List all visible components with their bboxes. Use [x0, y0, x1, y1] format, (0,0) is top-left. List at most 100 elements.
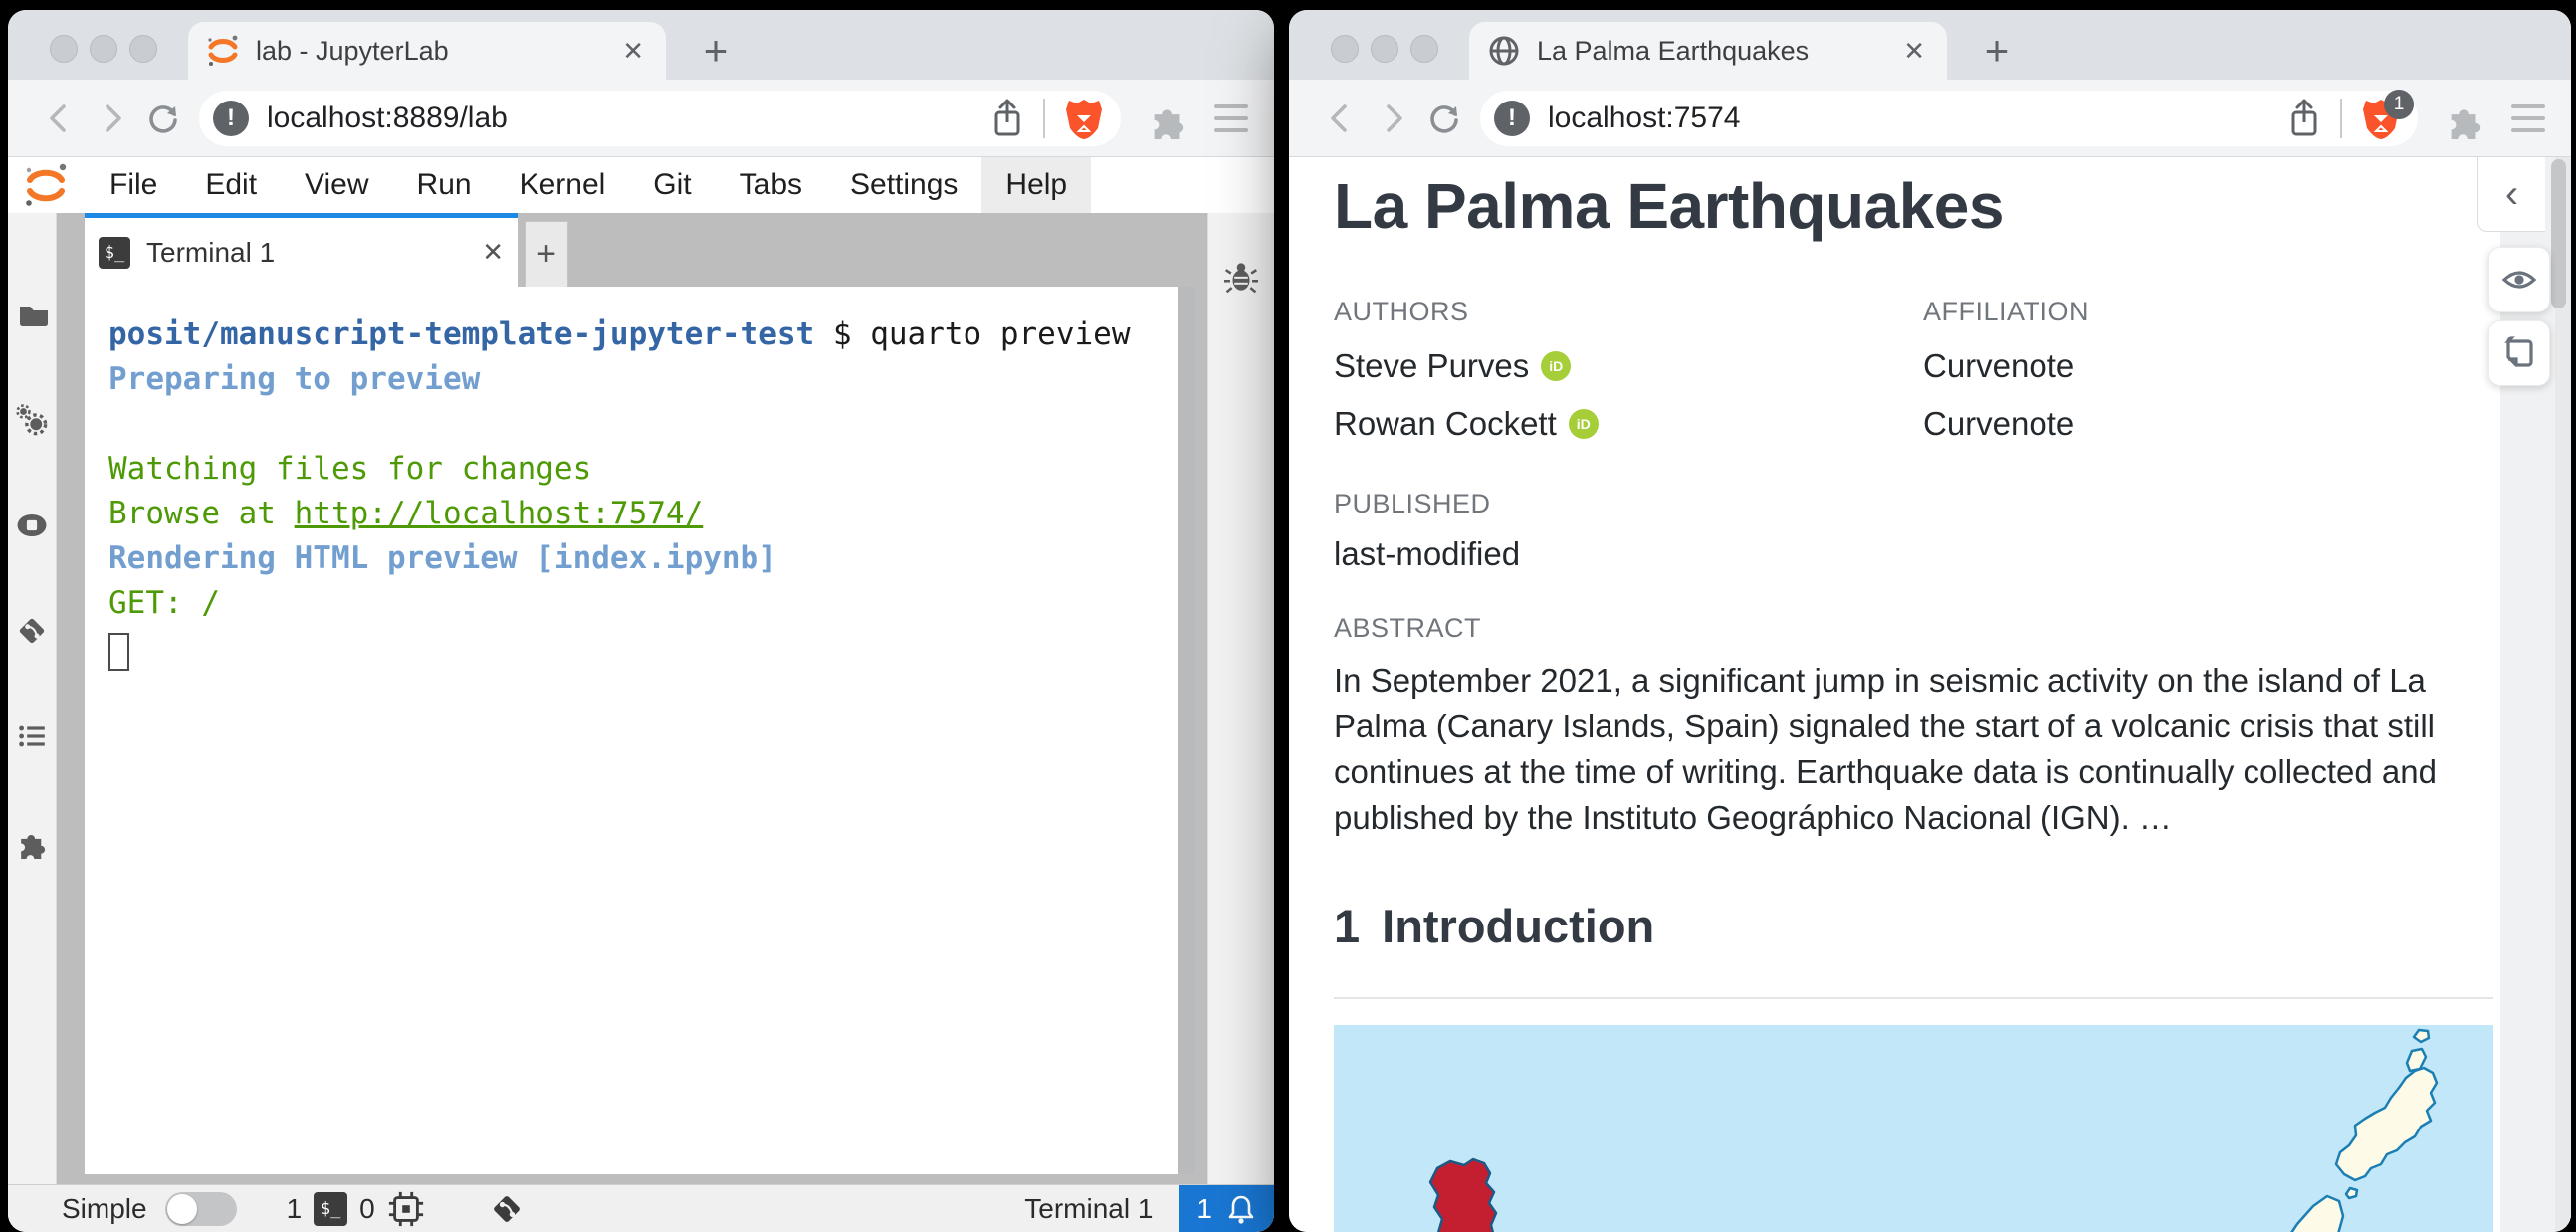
browser-window-preview: La Palma Earthquakes ✕ + ! localhost:757… [1289, 10, 2571, 1232]
forward-button[interactable] [86, 93, 137, 144]
section-number: 1 [1334, 900, 1361, 953]
menu-git[interactable]: Git [629, 157, 715, 213]
notification-count: 1 [1196, 1192, 1212, 1224]
site-info-icon[interactable]: ! [213, 100, 249, 136]
section-title: Introduction [1382, 900, 1655, 953]
terminal-link[interactable]: http://localhost:7574/ [295, 496, 704, 531]
desktop: lab - JupyterLab ✕ + ! localhost:8889/la… [0, 0, 2576, 1232]
terminal-icon: $_ [99, 236, 130, 269]
property-inspector-gears-icon[interactable] [8, 396, 56, 444]
simple-mode-toggle[interactable] [164, 1191, 237, 1226]
bell-icon [1228, 1195, 1254, 1224]
author-name: Rowan Cockett [1334, 405, 1557, 443]
jupyterlab-statusbar: Simple 1 $_ 0 Terminal 1 1 [8, 1184, 1274, 1232]
browser-tab-lapalma[interactable]: La Palma Earthquakes ✕ [1469, 22, 1947, 80]
affiliation-label: AFFILIATION [1923, 297, 2090, 327]
menu-view[interactable]: View [281, 157, 392, 213]
menu-edit[interactable]: Edit [181, 157, 281, 213]
jupyterlab-menubar: File Edit View Run Kernel Git Tabs Setti… [8, 157, 1274, 213]
annotations-note-button[interactable] [2488, 320, 2550, 386]
islet [2344, 1187, 2359, 1200]
extensions-puzzle-icon[interactable] [1147, 98, 1188, 139]
new-launcher-button[interactable]: + [525, 221, 568, 287]
site-info-icon[interactable]: ! [1494, 100, 1530, 136]
menu-kernel[interactable]: Kernel [496, 157, 630, 213]
tab-title: lab - JupyterLab [256, 35, 449, 66]
tab-strip: La Palma Earthquakes ✕ + [1289, 10, 2571, 80]
orcid-icon[interactable]: iD [1568, 409, 1599, 440]
brave-shields-icon[interactable] [1061, 96, 1107, 141]
window-controls[interactable] [1331, 35, 1438, 63]
new-tab-button[interactable]: + [691, 26, 741, 76]
zoom-window-button[interactable] [1410, 35, 1438, 63]
eye-icon [2501, 271, 2537, 289]
browser-toolbar: ! localhost:8889/lab [8, 80, 1274, 157]
reload-button[interactable] [1418, 93, 1470, 144]
kernel-chip-icon[interactable] [387, 1190, 425, 1228]
terminal-tab-title: Terminal 1 [146, 236, 276, 268]
notification-button[interactable]: 1 [1179, 1185, 1274, 1232]
article: La Palma Earthquakes AUTHORS AFFILIATION… [1334, 157, 2493, 1232]
debugger-bug-icon[interactable] [1217, 253, 1265, 301]
back-button[interactable] [1315, 93, 1367, 144]
orcid-icon[interactable]: iD [1541, 351, 1572, 382]
url-text[interactable]: localhost:7574 [1548, 102, 2284, 135]
zoom-window-button[interactable] [129, 35, 157, 63]
page-title: La Palma Earthquakes [1334, 170, 2004, 242]
brave-shields-icon[interactable]: 1 [2358, 89, 2414, 141]
browser-menu-icon[interactable] [2511, 103, 2545, 132]
right-margin-band [2500, 157, 2571, 1232]
menu-run[interactable]: Run [393, 157, 496, 213]
note-icon [2504, 336, 2533, 367]
forward-button[interactable] [1367, 93, 1418, 144]
divider [1043, 98, 1045, 138]
git-status-icon[interactable] [489, 1191, 525, 1227]
file-browser-icon[interactable] [8, 291, 56, 338]
new-tab-button[interactable]: + [1972, 26, 2022, 76]
abstract-text: In September 2021, a significant jump in… [1334, 662, 2437, 837]
window-controls[interactable] [50, 35, 157, 63]
terminal-tab-close-icon[interactable]: ✕ [482, 237, 504, 268]
url-text[interactable]: localhost:8889/lab [267, 102, 987, 135]
section-divider [1334, 997, 2493, 1000]
jupyterlab-dock: $_ Terminal 1 ✕ + posit/manuscript-templ… [57, 213, 1207, 1184]
menu-tabs[interactable]: Tabs [716, 157, 826, 213]
divider [2340, 98, 2342, 138]
terminal-panel[interactable]: posit/manuscript-template-jupyter-test $… [85, 287, 1178, 1174]
tab-close-icon[interactable]: ✕ [1899, 36, 1929, 67]
reload-button[interactable] [137, 93, 189, 144]
url-bar[interactable]: ! localhost:8889/lab [199, 90, 1121, 146]
terminal-dock-tab[interactable]: $_ Terminal 1 ✕ [85, 213, 518, 287]
author-row: Rowan Cockett iD [1334, 405, 1923, 443]
url-bar[interactable]: ! localhost:7574 1 [1480, 89, 2418, 146]
git-sidebar-icon[interactable] [8, 607, 56, 655]
author-name: Steve Purves [1334, 347, 1530, 385]
browser-window-jupyterlab: lab - JupyterLab ✕ + ! localhost:8889/la… [8, 10, 1274, 1232]
author-row: Steve Purves iD [1334, 347, 1923, 385]
menu-help[interactable]: Help [981, 157, 1092, 213]
terminal-count: 1 [286, 1192, 303, 1224]
terminal-scrollbar[interactable] [1178, 287, 1195, 1174]
minimize-window-button[interactable] [90, 35, 117, 63]
terminal-count-icon[interactable]: $_ [314, 1191, 348, 1226]
globe-favicon [1489, 36, 1519, 66]
extensions-puzzle-icon[interactable] [2444, 98, 2485, 139]
close-window-button[interactable] [50, 35, 78, 63]
preview-eye-button[interactable] [2488, 247, 2550, 312]
page-scrollbar[interactable] [2551, 159, 2566, 308]
tab-close-icon[interactable]: ✕ [618, 36, 648, 67]
close-window-button[interactable] [1331, 35, 1359, 63]
share-icon[interactable] [987, 97, 1027, 140]
menu-file[interactable]: File [86, 157, 181, 213]
jupyter-favicon [208, 35, 238, 66]
back-button[interactable] [34, 93, 86, 144]
running-sessions-icon[interactable] [8, 502, 56, 549]
browser-menu-icon[interactable] [1214, 103, 1248, 132]
share-icon[interactable] [2284, 97, 2324, 140]
table-of-contents-icon[interactable] [8, 713, 56, 760]
extension-manager-icon[interactable] [8, 818, 56, 866]
section-heading: 1 Introduction [1334, 899, 2493, 953]
menu-settings[interactable]: Settings [826, 157, 981, 213]
minimize-window-button[interactable] [1371, 35, 1398, 63]
browser-tab-jupyterlab[interactable]: lab - JupyterLab ✕ [188, 22, 666, 80]
